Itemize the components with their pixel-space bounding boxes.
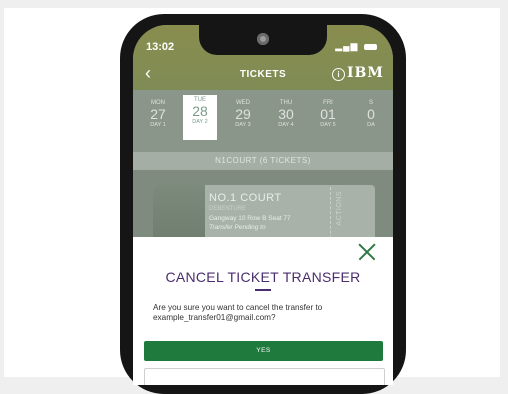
status-time: 13:02 bbox=[146, 41, 175, 53]
day-date: 0 bbox=[367, 106, 375, 122]
title-underline bbox=[255, 289, 271, 291]
day-tab-fri[interactable]: FRI 01 DAY 5 bbox=[311, 98, 345, 138]
battery-icon bbox=[364, 43, 377, 50]
day-tab-wed[interactable]: WED 29 DAY 3 bbox=[226, 98, 260, 138]
status-icons: ▂▄▆ bbox=[335, 41, 377, 52]
ticket-seat: Gangway 10 Row B Seat 77 bbox=[209, 215, 291, 222]
ticket-court: NO.1 COURT bbox=[209, 192, 282, 204]
info-icon[interactable]: i bbox=[332, 68, 345, 81]
ticket-type: DEBENTURE bbox=[209, 206, 247, 212]
day-label: DAY 3 bbox=[235, 122, 251, 128]
modal-message: Are you sure you want to cancel the tran… bbox=[153, 303, 323, 322]
ticket-actions[interactable]: ACTIONS bbox=[336, 191, 343, 226]
day-label: DAY 1 bbox=[150, 122, 166, 128]
ibm-logo: IBM bbox=[347, 65, 384, 81]
day-tab-tue[interactable]: TUE 28 DAY 2 bbox=[183, 95, 217, 140]
day-tab-sat[interactable]: S 0 DA bbox=[354, 98, 388, 138]
modal-title: CANCEL TICKET TRANSFER bbox=[165, 269, 361, 285]
day-date: 30 bbox=[278, 106, 294, 122]
day-date: 29 bbox=[235, 106, 251, 122]
yes-button[interactable]: YES bbox=[144, 341, 383, 361]
cancel-transfer-modal: CANCEL TICKET TRANSFER Are you sure you … bbox=[133, 237, 393, 385]
close-icon[interactable] bbox=[358, 243, 376, 261]
day-label: DAY 5 bbox=[320, 122, 336, 128]
day-date: 01 bbox=[320, 106, 336, 122]
day-date: 28 bbox=[192, 103, 208, 119]
day-tab-thu[interactable]: THU 30 DAY 4 bbox=[269, 98, 303, 138]
day-label: DAY 2 bbox=[192, 119, 208, 125]
day-tab-mon[interactable]: MON 27 DAY 1 bbox=[141, 98, 175, 138]
day-label: DAY 4 bbox=[278, 122, 294, 128]
day-label: DA bbox=[367, 122, 375, 128]
day-date: 27 bbox=[150, 106, 166, 122]
signal-icon: ▂▄▆ bbox=[335, 41, 359, 51]
day-selector: MON 27 DAY 1 TUE 28 DAY 2 WED 29 DAY 3 T… bbox=[133, 90, 393, 152]
app-screen: 13:02 ▂▄▆ ‹ TICKETS i IBM MON 27 DAY 1 T… bbox=[133, 25, 393, 385]
ticket-status: Transfer Pending to bbox=[209, 224, 266, 231]
camera-icon bbox=[257, 33, 269, 45]
court-section-header: N1COURT (6 TICKETS) bbox=[133, 152, 393, 170]
